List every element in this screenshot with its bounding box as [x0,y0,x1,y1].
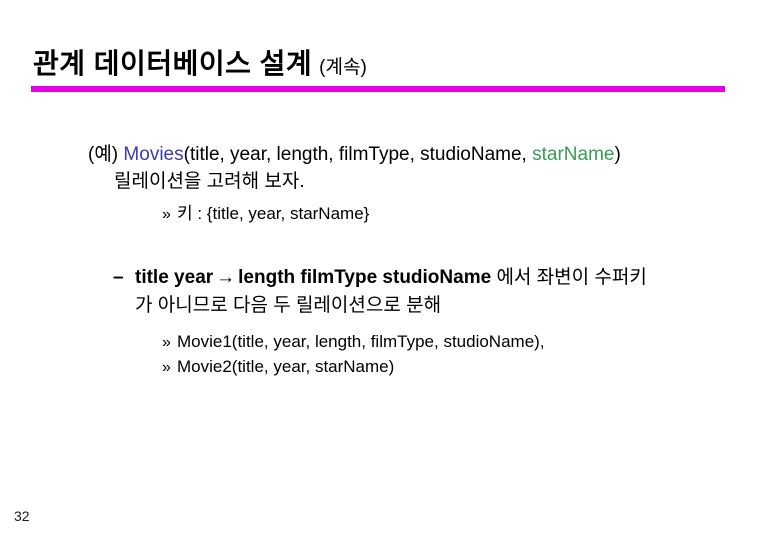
fd-left-side: title year [135,267,214,288]
bullet-decompose: – title year → length filmType studioName 에… [113,264,647,320]
key-note-text: 키 : {title, year, starName} [177,204,370,223]
chevron-double-right-icon: » [162,334,171,351]
bullet-result-movie2: » Movie2(title, year, starName) [162,355,394,380]
close-paren: ) [614,144,621,165]
chevron-double-right-icon: » [162,359,171,376]
result-relation-text: Movie2(title, year, starName) [177,357,395,376]
example-continuation: 릴레이션을 고려해 보자. [114,171,305,192]
arrow-right-icon: → [216,267,236,288]
decompose-continuation: 가 아니므로 다음 두 릴레이션으로 분해 [135,295,442,316]
fd-right-side: length filmType studioName [238,267,492,288]
attribute-starname: starName [532,144,615,165]
bullet-result-movie1: » Movie1(title, year, length, filmType, s… [162,330,545,355]
slide: 관계 데이터베이스 설계 (계속) (예) Movies(title, year,… [0,0,780,540]
bullet-example: (예) Movies(title, year, length, filmType… [88,141,621,195]
example-prefix: (예) [88,144,119,165]
chevron-double-right-icon: » [162,206,171,223]
dash-icon: – [113,267,124,288]
bullet-key-note: » 키 : {title, year, starName} [162,202,369,227]
decompose-korean-tail: 에서 좌변이 수퍼키 [496,267,647,288]
attribute-list: title, year, length, filmType, studioNam… [189,144,533,165]
page-number: 32 [14,508,30,524]
relation-name-movies: Movies [123,144,184,165]
result-relation-text: Movie1(title, year, length, filmType, st… [177,332,545,351]
slide-body: (예) Movies(title, year, length, filmType… [0,0,780,540]
